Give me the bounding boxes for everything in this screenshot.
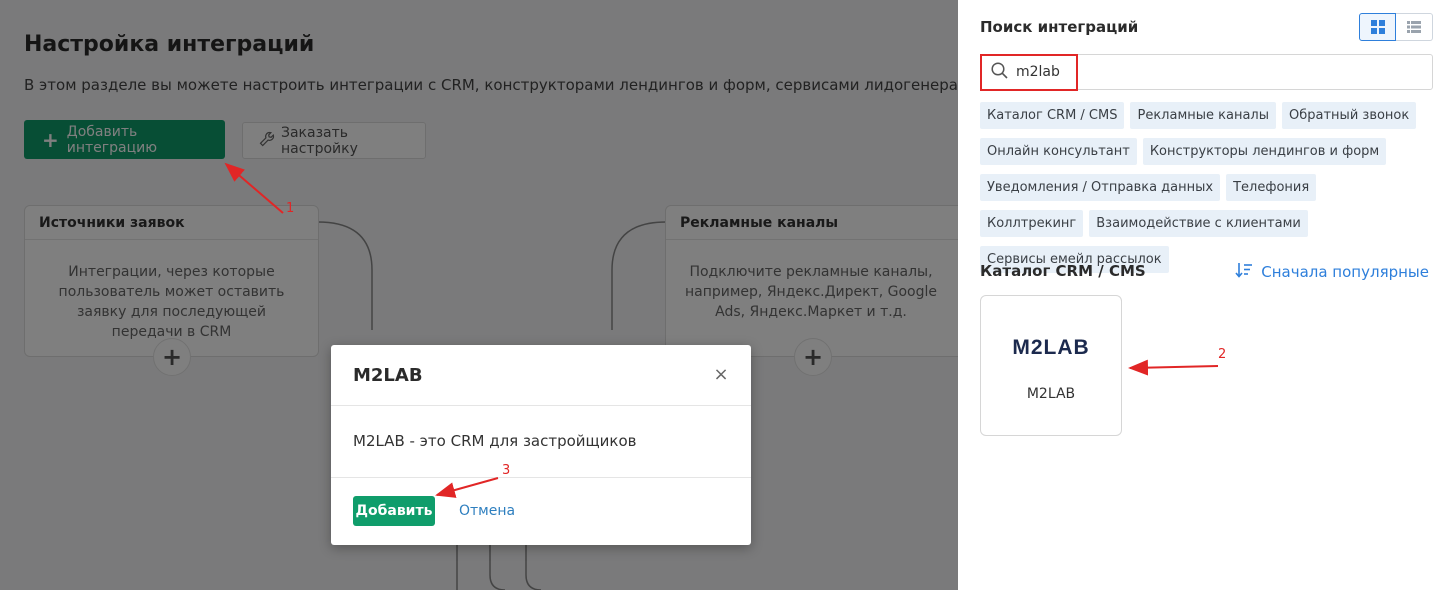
catalog-section-title: Каталог CRM / CMS: [980, 262, 1146, 280]
modal-body-text: M2LAB - это CRM для застройщиков: [353, 432, 637, 450]
tile-name: M2LAB: [1026, 386, 1076, 402]
grid-view-icon[interactable]: [1359, 13, 1396, 41]
sort-popular-button[interactable]: Сначала популярные: [1235, 262, 1429, 282]
search-value: m2lab: [1016, 64, 1060, 80]
sort-icon: [1235, 262, 1253, 282]
tag-online-consultant[interactable]: Онлайн консультант: [980, 138, 1137, 165]
search-icon: [991, 61, 1008, 83]
annotation-number-3: 3: [502, 463, 511, 478]
tag-landing-builders[interactable]: Конструкторы лендингов и форм: [1142, 138, 1387, 165]
tag-crm-cms[interactable]: Каталог CRM / CMS: [980, 102, 1125, 129]
tag-telephony[interactable]: Телефония: [1226, 174, 1317, 201]
divider: [331, 405, 751, 406]
tag-ad-channels[interactable]: Рекламные каналы: [1130, 102, 1277, 129]
modal-title: M2LAB: [353, 365, 423, 386]
annotation-number-1: 1: [286, 201, 295, 216]
tag-calltracking[interactable]: Коллтрекинг: [980, 210, 1084, 237]
modal-add-button[interactable]: Добавить: [353, 496, 435, 526]
tag-customer-interaction[interactable]: Взаимодействие с клиентами: [1089, 210, 1308, 237]
annotation-number-2: 2: [1218, 347, 1227, 362]
tag-notifications[interactable]: Уведомления / Отправка данных: [980, 174, 1221, 201]
integration-search-panel: Поиск интеграций m2lab Каталог CRM / CMS…: [958, 0, 1453, 590]
modal-cancel-link[interactable]: Отмена: [459, 503, 515, 519]
category-tags: Каталог CRM / CMS Рекламные каналы Обрат…: [980, 102, 1420, 273]
tag-callback[interactable]: Обратный звонок: [1282, 102, 1417, 129]
search-input[interactable]: m2lab: [980, 54, 1433, 90]
divider: [331, 477, 751, 478]
sort-label: Сначала популярные: [1261, 263, 1429, 281]
list-view-icon[interactable]: [1396, 13, 1433, 41]
m2lab-logo: M2LAB: [1012, 336, 1090, 359]
close-icon[interactable]: ×: [711, 365, 731, 385]
integration-tile-m2lab[interactable]: M2LAB M2LAB: [980, 295, 1122, 436]
view-toggle: [1359, 13, 1433, 41]
panel-title: Поиск интеграций: [980, 18, 1139, 36]
integration-modal: M2LAB × M2LAB - это CRM для застройщиков…: [331, 345, 751, 545]
